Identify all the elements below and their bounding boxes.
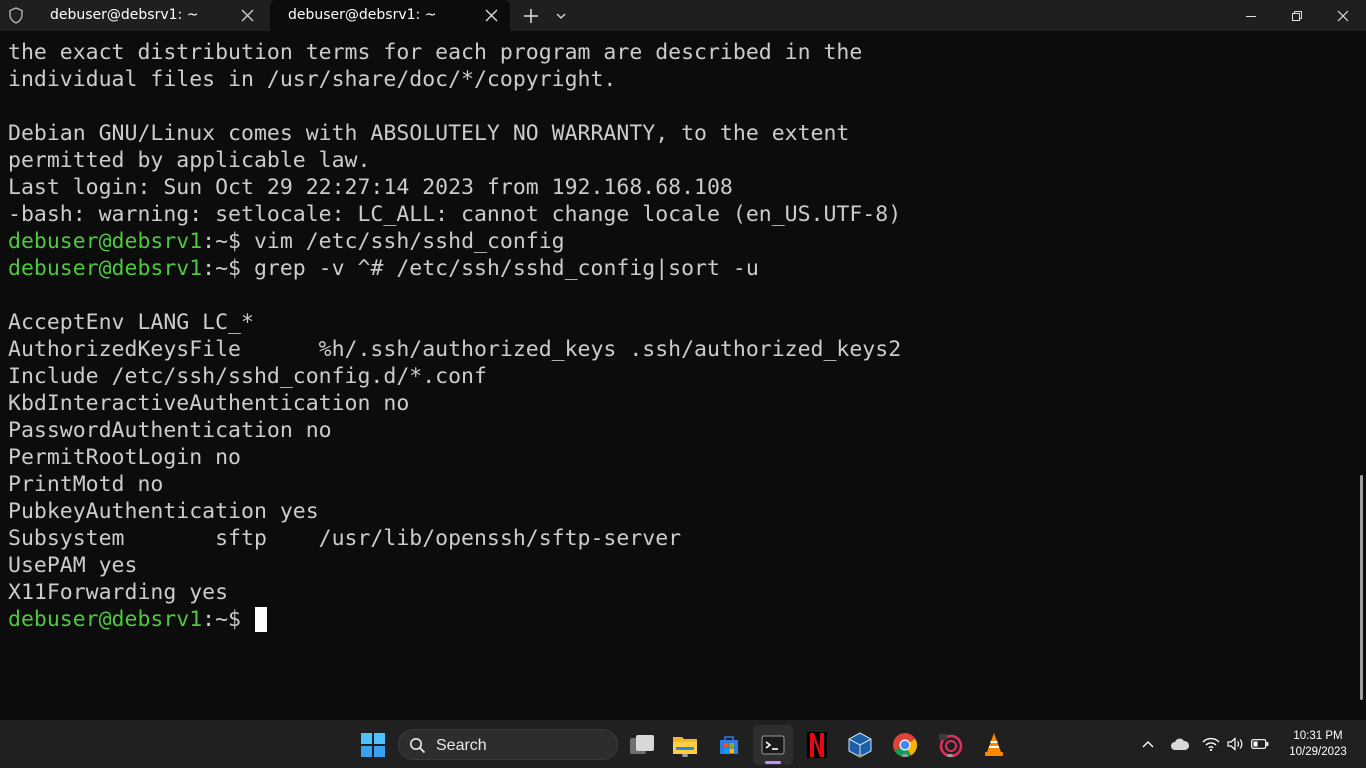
- wifi-button[interactable]: [1202, 734, 1220, 754]
- netflix-icon: [807, 732, 827, 758]
- terminal-line: individual files in /usr/share/doc/*/cop…: [8, 67, 617, 92]
- command-text: vim /etc/ssh/sshd_config: [241, 229, 565, 254]
- chevron-up-icon: [1142, 741, 1154, 748]
- maximize-button[interactable]: [1274, 0, 1320, 31]
- store-icon: [720, 736, 738, 754]
- new-tab-icon[interactable]: [522, 7, 540, 25]
- vlc-button[interactable]: [977, 728, 1011, 762]
- prompt-path: :~$: [202, 256, 242, 281]
- volume-button[interactable]: [1227, 734, 1245, 754]
- clock-time: 10:31 PM: [1293, 730, 1343, 742]
- running-indicator: [902, 754, 908, 757]
- file-explorer-button[interactable]: [668, 728, 702, 762]
- prompt-user: debuser@debsrv1: [8, 256, 203, 281]
- minimize-button[interactable]: [1228, 0, 1274, 31]
- title-bar: debuser@debsrv1: ~ debuser@debsrv1: ~: [0, 0, 1366, 31]
- output-line: Include /etc/ssh/sshd_config.d/*.conf: [8, 364, 487, 389]
- chevron-down-icon[interactable]: [554, 10, 568, 22]
- show-hidden-icons-button[interactable]: [1141, 734, 1155, 754]
- output-line: Subsystem sftp /usr/lib/openssh/sftp-ser…: [8, 526, 682, 551]
- scrollbar[interactable]: [1360, 475, 1363, 700]
- store-button[interactable]: [712, 728, 746, 762]
- terminal-line: permitted by applicable law.: [8, 148, 371, 173]
- start-icon: [361, 733, 385, 757]
- running-indicator: [947, 754, 953, 757]
- active-prompt[interactable]: debuser@debsrv1:~$: [8, 606, 267, 633]
- terminal-icon: [761, 735, 785, 755]
- terminal-line: Last login: Sun Oct 29 22:27:14 2023 fro…: [8, 175, 733, 200]
- text-cursor: [254, 606, 267, 632]
- terminal-output[interactable]: the exact distribution terms for each pr…: [0, 31, 1366, 720]
- tab-label: debuser@debsrv1: ~: [50, 7, 199, 23]
- task-view-button[interactable]: [625, 728, 659, 762]
- close-icon: [1337, 10, 1349, 21]
- clock[interactable]: 10:31 PM 10/29/2023: [1278, 728, 1358, 760]
- output-line: AcceptEnv LANG LC_*: [8, 310, 254, 335]
- minimize-icon: [1246, 15, 1256, 17]
- command-text: grep -v ^# /etc/ssh/sshd_config|sort -u: [241, 256, 759, 281]
- file-explorer-icon: [673, 737, 697, 754]
- battery-icon: [1251, 739, 1269, 749]
- task-view-icon: [630, 735, 654, 754]
- netflix-button[interactable]: [800, 728, 834, 762]
- running-indicator: [857, 754, 863, 757]
- active-indicator: [765, 761, 781, 764]
- output-line: PasswordAuthentication no: [8, 418, 332, 443]
- output-line: X11Forwarding yes: [8, 580, 229, 605]
- terminal-button[interactable]: [753, 725, 793, 765]
- close-window-button[interactable]: [1320, 0, 1366, 31]
- terminal-line: Debian GNU/Linux comes with ABSOLUTELY N…: [8, 121, 850, 146]
- wifi-icon: [1202, 737, 1220, 751]
- close-tab-icon[interactable]: [485, 9, 498, 22]
- output-line: PrintMotd no: [8, 472, 164, 497]
- battery-button[interactable]: [1251, 734, 1269, 754]
- virtualbox-button[interactable]: [843, 728, 877, 762]
- command-line: debuser@debsrv1:~$ grep -v ^# /etc/ssh/s…: [8, 255, 759, 282]
- chrome-button[interactable]: [888, 728, 922, 762]
- tab-label: debuser@debsrv1: ~: [288, 7, 437, 23]
- prompt-path: :~$: [202, 229, 242, 254]
- start-button[interactable]: [356, 728, 390, 762]
- terminal-line: the exact distribution terms for each pr…: [8, 40, 863, 65]
- command-line: debuser@debsrv1:~$ vim /etc/ssh/sshd_con…: [8, 228, 565, 255]
- output-line: AuthorizedKeysFile %h/.ssh/authorized_ke…: [8, 337, 902, 362]
- search-label: Search: [436, 737, 487, 754]
- shield-icon: [9, 7, 23, 24]
- close-tab-icon[interactable]: [241, 9, 254, 22]
- app-button[interactable]: [933, 728, 967, 762]
- output-line: PermitRootLogin no: [8, 445, 241, 470]
- cloud-icon: [1171, 738, 1190, 750]
- output-line: UsePAM yes: [8, 553, 138, 578]
- prompt-user: debuser@debsrv1: [8, 229, 203, 254]
- terminal-line: -bash: warning: setlocale: LC_ALL: canno…: [8, 202, 902, 227]
- search-icon: [410, 738, 426, 754]
- vlc-icon: [985, 733, 1003, 756]
- output-line: PubkeyAuthentication yes: [8, 499, 319, 524]
- search-box[interactable]: Search: [398, 729, 618, 760]
- prompt-user: debuser@debsrv1: [8, 607, 203, 632]
- clock-date: 10/29/2023: [1289, 746, 1347, 758]
- running-indicator: [682, 754, 688, 757]
- tab-2[interactable]: debuser@debsrv1: ~: [270, 0, 510, 31]
- onedrive-button[interactable]: [1170, 734, 1190, 754]
- taskbar: Search 10:31 PM 10/29/2023: [0, 720, 1366, 768]
- prompt-path: :~$: [202, 607, 242, 632]
- volume-icon: [1227, 737, 1243, 751]
- restore-icon: [1292, 10, 1302, 21]
- tab-1[interactable]: debuser@debsrv1: ~: [34, 0, 266, 31]
- output-line: KbdInteractiveAuthentication no: [8, 391, 410, 416]
